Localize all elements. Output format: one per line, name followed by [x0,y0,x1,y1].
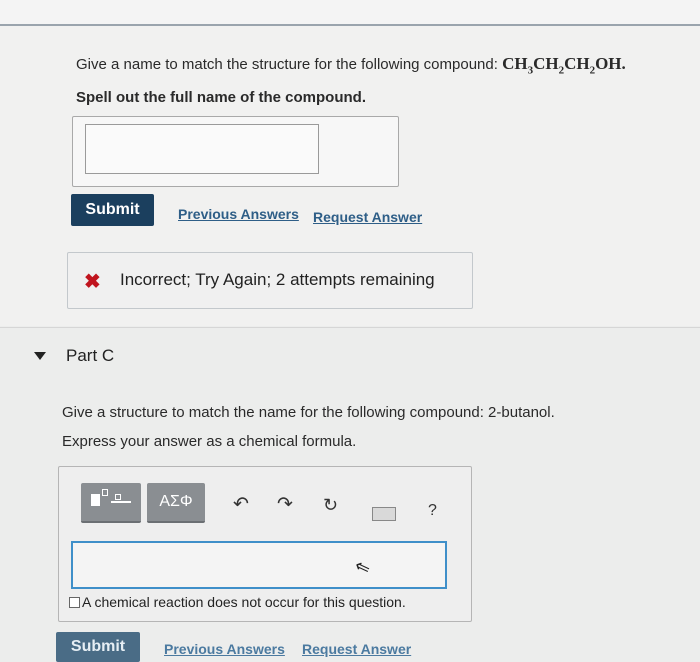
keyboard-icon[interactable] [372,507,396,521]
part-b-question-text: Give a name to match the structure for t… [76,56,503,73]
no-reaction-checkbox[interactable] [69,597,80,608]
collapse-arrow-icon[interactable] [34,352,46,360]
mouse-cursor-icon: ⇖ [351,555,373,580]
part-b-question-line: Give a name to match the structure for t… [76,50,676,84]
formula-input[interactable]: ⇖ [71,541,447,589]
formula-period: . [621,54,626,73]
formula-part: CH [502,54,528,73]
request-answer-link-part-c[interactable]: Request Answer [302,641,411,657]
feedback-message: Incorrect; Try Again; 2 attempts remaini… [120,270,435,289]
templates-icon[interactable] [81,483,141,523]
no-reaction-option[interactable]: A chemical reaction does not occur for t… [69,594,406,610]
formula-part: OH [595,54,622,73]
top-bar [0,0,700,26]
compound-formula: CH3CH2CH2OH. [502,54,626,76]
x-icon: ✖ [84,271,101,293]
part-b-instruction: Spell out the full name of the compound. [76,89,366,107]
answer-container [72,116,399,187]
feedback-box: ✖ Incorrect; Try Again; 2 attempts remai… [67,252,473,309]
reset-icon[interactable]: ↻ [323,495,338,516]
greek-letters-icon[interactable]: ΑΣΦ [147,483,205,523]
redo-icon[interactable]: ↷ [277,493,293,516]
no-reaction-label: A chemical reaction does not occur for t… [82,594,406,610]
previous-answers-link-part-c[interactable]: Previous Answers [164,641,285,657]
previous-answers-link[interactable]: Previous Answers [178,206,299,222]
undo-icon[interactable]: ↶ [233,493,249,516]
part-c-title[interactable]: Part C [66,346,114,366]
part-c-question: Give a structure to match the name for t… [62,398,682,456]
part-c-instruction: Express your answer as a chemical formul… [62,433,357,450]
part-c-question-text: Give a structure to match the name for t… [62,404,555,421]
formula-part: CH [564,54,590,73]
formula-part: CH [533,54,559,73]
help-icon[interactable]: ? [428,502,437,520]
submit-button-part-c[interactable]: Submit [56,632,140,662]
request-answer-link[interactable]: Request Answer [313,209,422,225]
part-b-question: Give a name to match the structure for t… [76,50,676,112]
answer-editor: ΑΣΦ ↶ ↷ ↻ ? ⇖ A chemical reaction does n… [58,466,472,622]
compound-name-input[interactable] [85,124,319,174]
submit-button[interactable]: Submit [71,194,154,226]
section-divider [0,327,700,328]
